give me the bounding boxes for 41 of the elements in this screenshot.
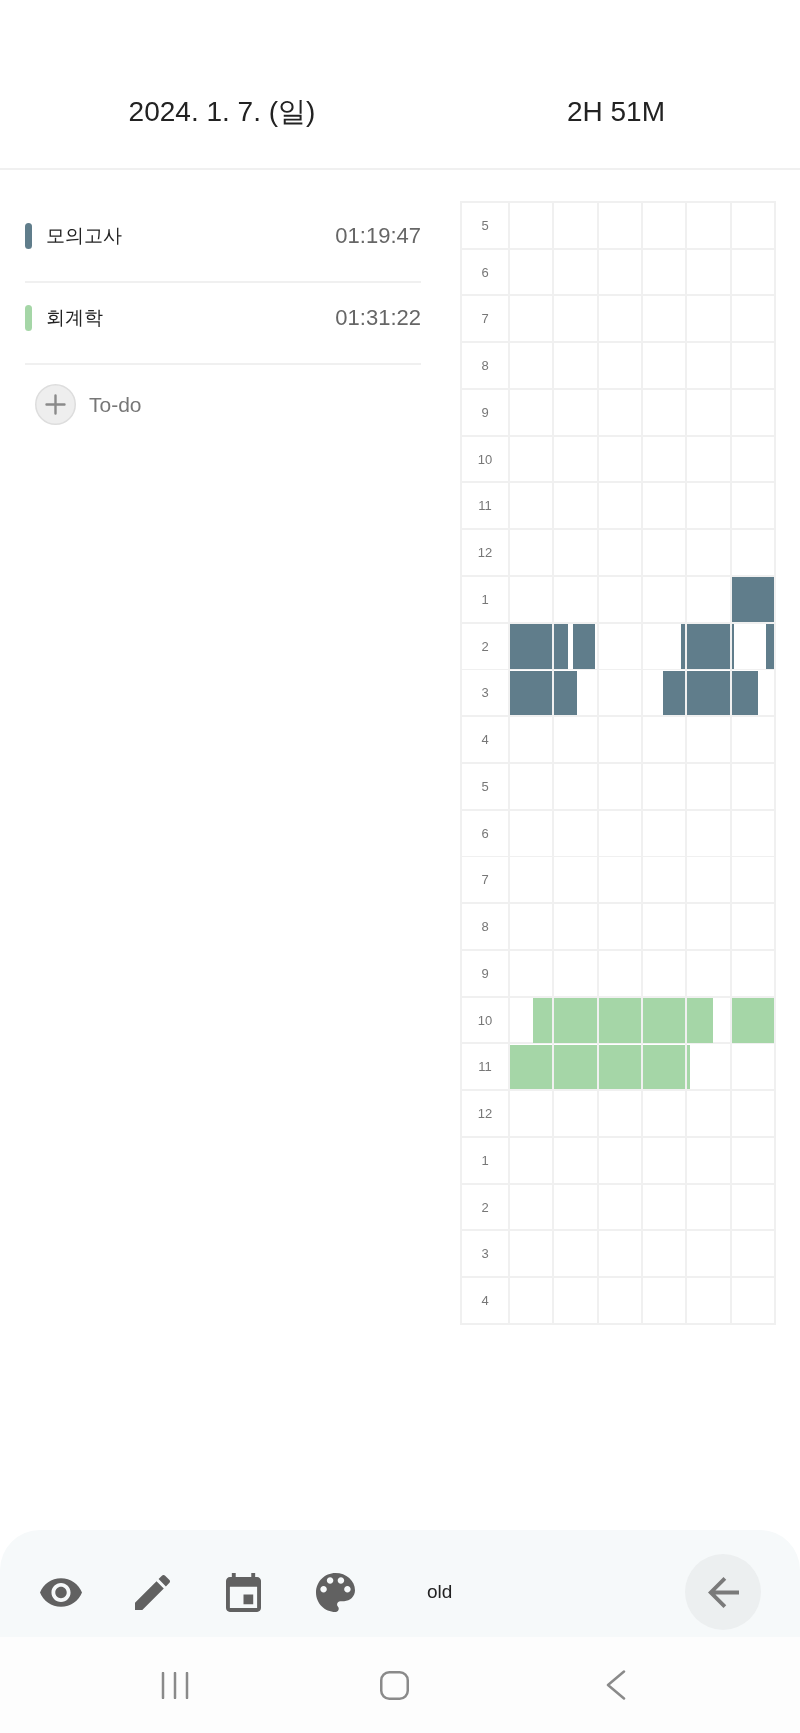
hour-label: 10 xyxy=(477,451,493,467)
hour-label: 1 xyxy=(481,591,489,607)
subject-time: 01:31:22 xyxy=(335,305,421,331)
hour-label: 4 xyxy=(481,1293,489,1309)
recents-icon[interactable] xyxy=(161,1671,189,1699)
hour-label: 11 xyxy=(478,498,492,514)
home-icon[interactable] xyxy=(380,1670,409,1700)
hour-label: 4 xyxy=(481,732,489,748)
date-title: 2024. 1. 7. (일) xyxy=(128,95,316,129)
hour-label: 11 xyxy=(478,1059,492,1075)
hour-label: 6 xyxy=(481,825,489,841)
hour-label: 3 xyxy=(481,685,489,701)
hour-label: 9 xyxy=(481,404,489,420)
hour-label: 10 xyxy=(477,1012,493,1028)
hour-label: 7 xyxy=(481,311,489,327)
hour-label: 5 xyxy=(481,778,489,794)
plus-icon xyxy=(35,384,76,425)
subject-name: 모의고사 xyxy=(46,224,123,248)
hour-label: 2 xyxy=(481,1199,489,1215)
hour-label: 12 xyxy=(477,545,493,561)
hour-label: 1 xyxy=(481,1152,489,1168)
total-time: 2H 51M xyxy=(566,96,665,128)
hour-label: 5 xyxy=(481,217,489,233)
eye-icon[interactable] xyxy=(40,1577,82,1607)
arrow-left-icon xyxy=(707,1576,739,1608)
mode-toggle[interactable]: old xyxy=(425,1579,455,1605)
add-todo-button[interactable]: To-do xyxy=(35,384,142,425)
hour-label: 9 xyxy=(481,965,489,981)
hour-label: 8 xyxy=(481,358,489,374)
hour-label: 7 xyxy=(481,872,489,888)
hour-label: 3 xyxy=(481,1246,489,1262)
hour-label: 2 xyxy=(481,638,489,654)
hour-label: 6 xyxy=(481,264,489,280)
calendar-icon[interactable] xyxy=(226,1572,261,1612)
pencil-icon[interactable] xyxy=(135,1574,170,1610)
subject-name: 회계학 xyxy=(46,306,104,330)
hour-label: 12 xyxy=(477,1106,493,1122)
hour-label: 8 xyxy=(481,919,489,935)
palette-icon[interactable] xyxy=(316,1572,355,1612)
subject-time: 01:19:47 xyxy=(335,223,421,249)
back-chevron-icon[interactable] xyxy=(605,1670,626,1700)
